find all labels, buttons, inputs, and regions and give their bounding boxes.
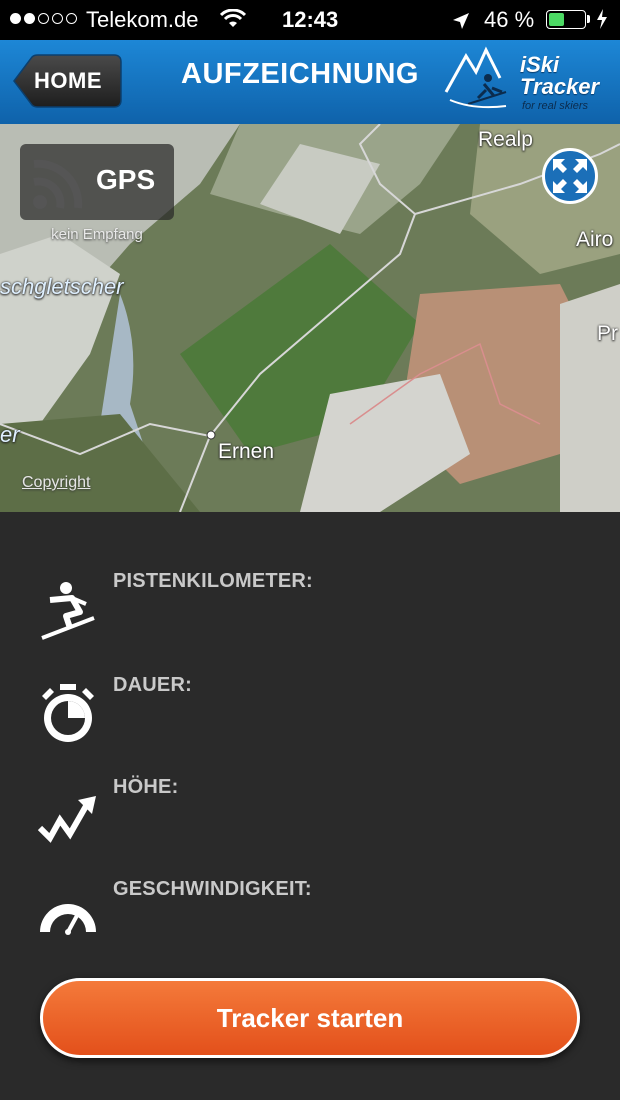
gps-signal-icon [33,159,83,209]
stopwatch-icon [36,682,100,746]
signal-strength-icon [10,13,77,24]
app-logo: iSki Tracker for real skiers [444,44,612,120]
map-place-label: Realp [478,128,533,151]
map-expand-button[interactable] [542,148,598,204]
map-place-label: Ernen [218,440,275,463]
expand-arrows-icon [553,159,587,193]
stat-label-geschwindigkeit: GESCHWINDIGKEIT: [113,878,312,900]
gps-status-text: kein Empfang [51,226,143,243]
speedometer-icon [36,894,100,958]
map-glacier-label: schgletscher [0,274,124,299]
gps-label: GPS [96,164,156,195]
altitude-trend-icon [36,788,100,852]
gps-indicator: GPS [20,144,174,220]
carrier-name: Telekom.de [86,7,199,32]
skier-icon [36,578,100,642]
logo-text: iSki Tracker [520,52,600,99]
status-bar: Telekom.de 12:43 46 % [0,0,620,40]
home-button[interactable]: HOME [12,54,122,108]
map-glacier-label: er [0,422,20,447]
battery-icon [546,10,586,29]
start-tracker-button[interactable]: Tracker starten [40,978,580,1058]
stat-label-pistenkilometer: PISTENKILOMETER: [113,570,313,592]
battery-percentage: 46 % [484,7,535,32]
map-view[interactable]: GPS kein Empfang Realp Airo Pr Ernen sch… [0,124,620,512]
clock: 12:43 [282,7,339,32]
map-place-label: Airo [576,228,614,251]
home-button-label: HOME [34,68,102,93]
stat-label-hoehe: HÖHE: [113,776,179,798]
stat-label-dauer: DAUER: [113,674,192,696]
location-arrow-icon [452,10,470,36]
map-copyright-link[interactable]: Copyright [22,474,90,492]
page-title: AUFZEICHNUNG [181,58,419,90]
navigation-bar: HOME AUFZEICHNUNG iSki Tracker for real … [0,40,620,125]
tracking-stats-panel: PISTENKILOMETER: DAUER: HÖHE: GESCHWINDI… [0,512,620,1100]
wifi-icon [219,8,247,35]
battery-tip [587,15,590,23]
logo-tagline: for real skiers [522,100,589,112]
map-place-label: Pr [597,322,618,345]
charging-bolt-icon [596,9,608,35]
